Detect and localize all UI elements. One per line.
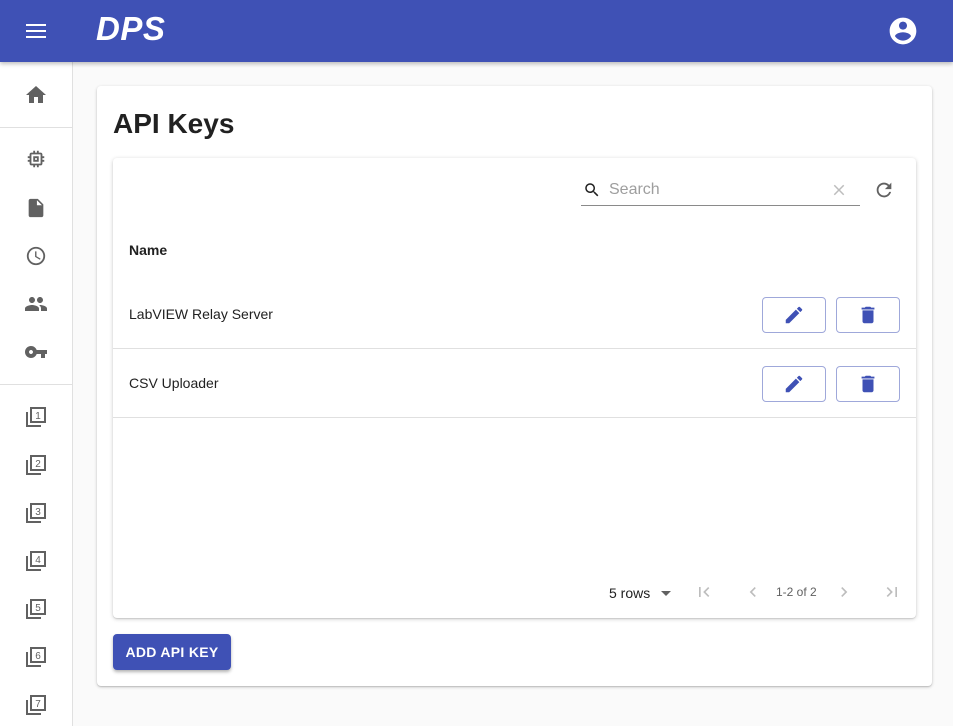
- edit-button[interactable]: [762, 297, 826, 333]
- sidebar-item-label: 2: [35, 459, 41, 470]
- last-page-icon: [886, 587, 897, 597]
- page-info: 1-2 of 2: [776, 585, 817, 599]
- brand-title[interactable]: DPS: [96, 10, 165, 48]
- sidebar-item-history[interactable]: [0, 236, 72, 276]
- previous-page-button[interactable]: [741, 580, 765, 604]
- chip-icon: [27, 150, 45, 168]
- sidebar-divider: [0, 127, 72, 128]
- pagination: 5 rows 1-2 of 2: [113, 574, 916, 610]
- sidebar-item-view-5[interactable]: 5: [0, 589, 72, 629]
- search-field: [581, 174, 860, 206]
- chevron-right-icon: [841, 587, 848, 597]
- sidebar-item-view-1[interactable]: 1: [0, 397, 72, 437]
- delete-button[interactable]: [836, 297, 900, 333]
- first-page-button[interactable]: [692, 580, 716, 604]
- sidebar: 1 2 3 4 5 6 7: [0, 62, 73, 726]
- trash-icon: [861, 306, 875, 324]
- sidebar-item-label: 6: [35, 651, 41, 662]
- sidebar-divider: [0, 384, 72, 385]
- edit-button[interactable]: [762, 366, 826, 402]
- menu-icon: [26, 24, 46, 38]
- filter-4-icon: 4: [26, 551, 46, 571]
- key-icon: [25, 346, 47, 358]
- sidebar-item-label: 3: [35, 507, 41, 518]
- filter-3-icon: 3: [26, 503, 46, 523]
- content-panel: API Keys Name LabVIEW Relay Server CSV U…: [97, 86, 932, 686]
- sidebar-item-view-4[interactable]: 4: [0, 541, 72, 581]
- people-icon: [25, 297, 47, 311]
- sidebar-item-label: 5: [35, 603, 41, 614]
- pencil-icon: [785, 375, 803, 393]
- sidebar-item-documents[interactable]: [0, 188, 72, 228]
- sidebar-item-label: 1: [35, 411, 41, 422]
- chevron-left-icon: [749, 587, 756, 597]
- search-input[interactable]: [609, 178, 819, 202]
- table-row: LabVIEW Relay Server: [113, 280, 916, 349]
- sidebar-item-users[interactable]: [0, 284, 72, 324]
- filter-7-icon: 7: [26, 695, 46, 715]
- rows-per-page-value: 5 rows: [609, 585, 651, 601]
- clear-search-button[interactable]: [829, 180, 849, 200]
- api-keys-table: Name LabVIEW Relay Server CSV Uploader 5…: [113, 158, 916, 618]
- close-icon: [833, 184, 845, 196]
- sidebar-item-api-keys[interactable]: [0, 332, 72, 372]
- table-row: CSV Uploader: [113, 349, 916, 418]
- sidebar-item-view-2[interactable]: 2: [0, 445, 72, 485]
- delete-button[interactable]: [836, 366, 900, 402]
- filter-1-icon: 1: [26, 407, 46, 427]
- add-api-key-button[interactable]: ADD API KEY: [113, 634, 231, 670]
- filter-6-icon: 6: [26, 647, 46, 667]
- pencil-icon: [785, 306, 803, 324]
- app-bar: DPS: [0, 0, 953, 62]
- refresh-icon: [876, 182, 892, 198]
- rows-per-page-select[interactable]: 5 rows: [609, 583, 678, 603]
- sidebar-item-label: 7: [35, 699, 41, 710]
- clock-icon: [26, 246, 46, 266]
- column-header-name[interactable]: Name: [129, 242, 167, 258]
- row-name: LabVIEW Relay Server: [129, 306, 273, 322]
- sidebar-item-label: 4: [35, 555, 41, 566]
- sidebar-item-devices[interactable]: [0, 139, 72, 179]
- document-icon: [28, 198, 44, 218]
- next-page-button[interactable]: [832, 580, 856, 604]
- dropdown-arrow-icon: [661, 591, 672, 596]
- sidebar-item-view-3[interactable]: 3: [0, 493, 72, 533]
- filter-2-icon: 2: [26, 455, 46, 475]
- search-icon: [585, 183, 599, 197]
- trash-icon: [861, 375, 875, 393]
- account-circle-icon: [889, 17, 917, 45]
- page-title: API Keys: [113, 108, 235, 139]
- sidebar-item-view-7[interactable]: 7: [0, 685, 72, 725]
- home-icon: [26, 86, 46, 103]
- sidebar-item-view-6[interactable]: 6: [0, 637, 72, 677]
- last-page-button[interactable]: [880, 580, 904, 604]
- account-button[interactable]: [882, 10, 924, 52]
- first-page-icon: [699, 587, 710, 597]
- filter-5-icon: 5: [26, 599, 46, 619]
- menu-button[interactable]: [14, 9, 58, 53]
- row-name: CSV Uploader: [129, 375, 219, 391]
- refresh-button[interactable]: [871, 177, 897, 203]
- sidebar-item-home[interactable]: [0, 75, 72, 115]
